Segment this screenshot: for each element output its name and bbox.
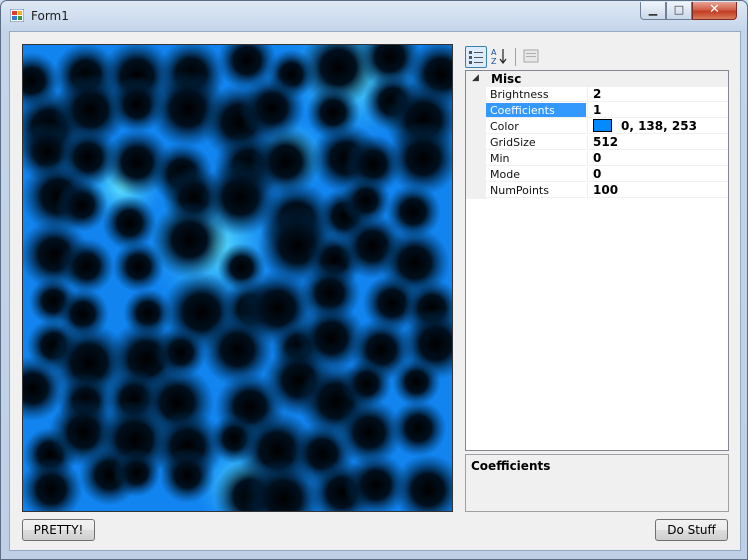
window-title: Form1 [31,9,69,23]
description-title: Coefficients [471,459,551,473]
property-value[interactable]: 512 [587,135,728,150]
do-stuff-button[interactable]: Do Stuff [655,519,728,541]
property-name[interactable]: Brightness [486,87,586,102]
property-pages-icon [523,49,539,63]
property-row-coefficients[interactable]: Coefficients 1 [466,103,728,119]
categorized-icon [469,51,483,64]
property-value-color[interactable]: 0, 138, 253 [587,119,728,134]
row-gutter [466,183,486,199]
property-value[interactable]: 0 [587,167,728,182]
row-gutter [466,87,486,103]
row-gutter [466,167,486,183]
toolbar-separator [515,48,516,66]
maximize-button[interactable]: □ [666,2,692,20]
title-bar[interactable]: Form1 ▁ □ ✕ [1,1,747,31]
minimize-icon: ▁ [648,3,658,16]
property-name[interactable]: Mode [486,167,586,182]
collapse-triangle-icon[interactable]: ◢ [472,73,479,83]
voronoi-noise-image [23,45,452,511]
property-name[interactable]: Coefficients [486,103,586,118]
voronoi-picture-box [22,44,453,512]
property-row-mode[interactable]: Mode 0 [466,167,728,183]
close-icon: ✕ [709,2,720,17]
form-client-area: A Z ◢ Misc Brightness 2 Coefficients 1 C… [9,31,741,551]
alphabetical-button[interactable]: A Z [489,46,511,68]
property-row-brightness[interactable]: Brightness 2 [466,87,728,103]
form-app-icon [10,9,24,22]
property-grid-toolbar: A Z [465,44,729,70]
row-gutter [466,135,486,151]
property-name[interactable]: GridSize [486,135,586,150]
property-name[interactable]: Color [486,119,586,134]
svg-text:A: A [491,48,497,57]
property-pages-button[interactable] [521,46,543,68]
category-label: Misc [491,72,522,86]
color-swatch [593,119,612,132]
minimize-button[interactable]: ▁ [640,2,666,20]
pretty-button[interactable]: PRETTY! [22,519,95,541]
property-row-numpoints[interactable]: NumPoints 100 [466,183,728,199]
sort-az-icon: A Z [491,48,507,66]
color-value-text: 0, 138, 253 [621,119,697,133]
property-row-color[interactable]: Color 0, 138, 253 [466,119,728,135]
property-grid: ◢ Misc Brightness 2 Coefficients 1 Color… [465,70,729,451]
property-name[interactable]: Min [486,151,586,166]
row-gutter [466,119,486,135]
svg-text:Z: Z [491,57,497,66]
property-description-panel: Coefficients [465,454,729,512]
property-value[interactable]: 1 [587,103,728,118]
close-button[interactable]: ✕ [692,2,737,20]
maximize-icon: □ [673,3,685,16]
row-gutter [466,151,486,167]
property-value[interactable]: 0 [587,151,728,166]
property-value[interactable]: 2 [587,87,728,102]
row-gutter [466,103,486,119]
property-name[interactable]: NumPoints [486,183,586,198]
form1-window: Form1 ▁ □ ✕ A Z ◢ Misc Brightness 2 Coef… [0,0,748,560]
category-row-misc[interactable]: ◢ Misc [466,71,728,87]
categorized-button[interactable] [465,46,487,68]
property-value[interactable]: 100 [587,183,728,198]
property-row-gridsize[interactable]: GridSize 512 [466,135,728,151]
property-row-min[interactable]: Min 0 [466,151,728,167]
